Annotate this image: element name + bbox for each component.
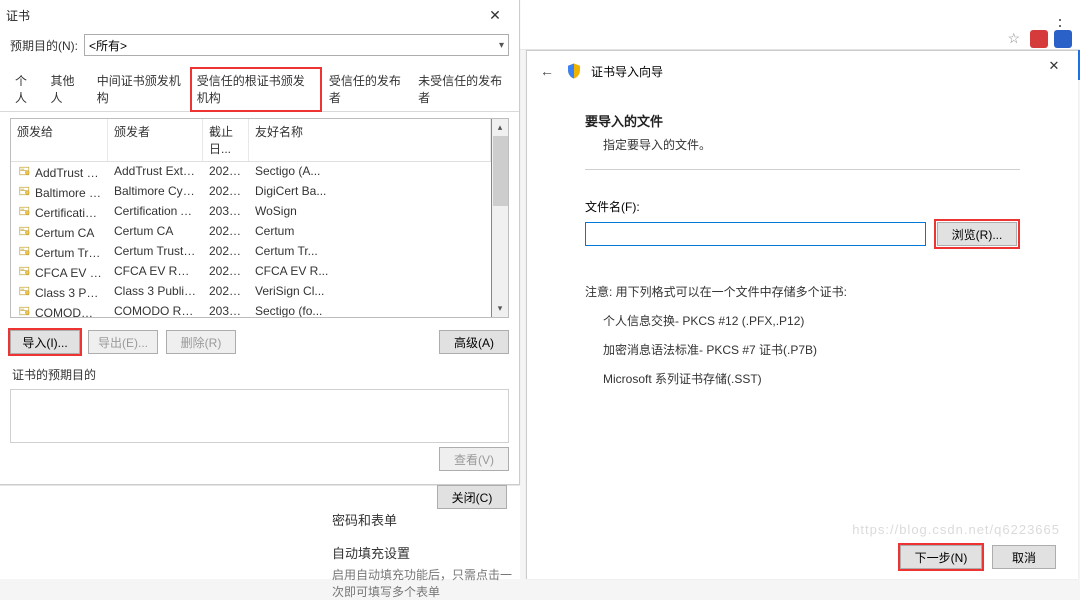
certificate-icon (17, 184, 33, 198)
note-pkcs7: 加密消息语法标准- PKCS #7 证书(.P7B) (585, 335, 1020, 364)
table-row[interactable]: CFCA EV RO...CFCA EV ROOT2029/...CFCA EV… (11, 262, 491, 282)
shield-icon (565, 62, 583, 80)
advanced-button[interactable]: 高级(A) (439, 330, 509, 354)
scroll-up-icon[interactable]: ▴ (492, 119, 509, 136)
intended-purpose-box (10, 389, 509, 443)
scroll-down-icon[interactable]: ▾ (492, 300, 509, 317)
intended-purpose-label: 证书的预期目的 (0, 358, 519, 387)
close-button[interactable]: 关闭(C) (437, 485, 507, 509)
note-pkcs12: 个人信息交换- PKCS #12 (.PFX,.P12) (585, 306, 1020, 335)
certificate-icon (17, 244, 33, 258)
purpose-value: <所有> (89, 37, 127, 54)
tab-trusted-root[interactable]: 受信任的根证书颁发机构 (190, 67, 322, 112)
certificate-icon (17, 164, 33, 178)
filename-label: 文件名(F): (585, 198, 1020, 215)
purpose-combobox[interactable]: <所有> ▾ (84, 34, 509, 56)
list-headers: 颁发给 颁发者 截止日... 友好名称 (11, 119, 491, 162)
wizard-heading: 要导入的文件 (585, 111, 1020, 130)
header-issued-to[interactable]: 颁发给 (11, 119, 108, 161)
tab-personal[interactable]: 个人 (8, 67, 44, 112)
browser-chrome: ⋮ ☆ (520, 0, 1080, 50)
dialog-title: 证书 (6, 7, 30, 24)
back-arrow-icon[interactable]: ← (537, 63, 557, 79)
view-button: 查看(V) (439, 447, 509, 471)
table-row[interactable]: Baltimore Cy...Baltimore Cyb...2025/...D… (11, 182, 491, 202)
certificates-dialog: 证书 ✕ 预期目的(N): <所有> ▾ 个人 其他人 中间证书颁发机构 受信任… (0, 0, 520, 485)
tab-intermediate[interactable]: 中间证书颁发机构 (90, 67, 190, 112)
header-expires[interactable]: 截止日... (203, 119, 249, 161)
table-row[interactable]: Certum CACertum CA2027/...Certum (11, 222, 491, 242)
header-friendly[interactable]: 友好名称 (249, 119, 491, 161)
extension-icon-2[interactable] (1054, 30, 1072, 48)
note-sst: Microsoft 系列证书存储(.SST) (585, 364, 1020, 393)
certificate-list: 颁发给 颁发者 截止日... 友好名称 AddTrust Ext...AddTr… (10, 118, 509, 318)
bookmark-star-icon[interactable]: ☆ (1007, 30, 1020, 47)
vertical-scrollbar[interactable]: ▴ ▾ (491, 119, 508, 317)
browse-button[interactable]: 浏览(R)... (937, 222, 1017, 246)
tab-trusted-publishers[interactable]: 受信任的发布者 (322, 67, 411, 112)
wizard-subtext: 指定要导入的文件。 (585, 130, 1020, 170)
table-row[interactable]: AddTrust Ext...AddTrust Exte...2020/...S… (11, 162, 491, 182)
filename-input[interactable] (585, 222, 926, 246)
list-rows: AddTrust Ext...AddTrust Exte...2020/...S… (11, 162, 491, 317)
watermark: https://blog.csdn.net/q6223665 (852, 522, 1060, 537)
table-row[interactable]: Certification ...Certification A...2039/… (11, 202, 491, 222)
tab-other[interactable]: 其他人 (44, 67, 90, 112)
table-row[interactable]: Certum Trus...Certum Truste...2029/...Ce… (11, 242, 491, 262)
tab-untrusted-publishers[interactable]: 未受信任的发布者 (411, 67, 511, 112)
autofill-link[interactable]: 自动填充设置 (0, 529, 520, 562)
table-row[interactable]: COMODO R...COMODO RSA...2038/...Sectigo … (11, 302, 491, 317)
purpose-label: 预期目的(N): (10, 37, 78, 54)
note-lead: 注意: 用下列格式可以在一个文件中存储多个证书: (585, 277, 1020, 306)
chevron-down-icon: ▾ (499, 40, 504, 51)
wizard-close-icon[interactable]: ✕ (1032, 55, 1076, 77)
import-wizard-dialog: ✕ ← 证书导入向导 要导入的文件 指定要导入的文件。 文件名(F): 浏览(R… (526, 50, 1078, 579)
extension-icon-1[interactable] (1030, 30, 1048, 48)
header-issuer[interactable]: 颁发者 (108, 119, 203, 161)
certificate-icon (17, 224, 33, 238)
export-button: 导出(E)... (88, 330, 158, 354)
cancel-button[interactable]: 取消 (992, 545, 1056, 569)
delete-button: 删除(R) (166, 330, 236, 354)
certificate-icon (17, 284, 33, 298)
certificate-icon (17, 264, 33, 278)
titlebar: 证书 ✕ (0, 0, 519, 30)
wizard-title: 证书导入向导 (591, 63, 663, 80)
close-icon[interactable]: ✕ (477, 3, 513, 27)
tab-strip: 个人 其他人 中间证书颁发机构 受信任的根证书颁发机构 受信任的发布者 未受信任… (0, 66, 519, 112)
import-button[interactable]: 导入(I)... (10, 330, 80, 354)
scroll-thumb[interactable] (493, 136, 508, 206)
autofill-description: 启用自动填充功能后，只需点击一次即可填写多个表单 (0, 562, 520, 600)
certificate-icon (17, 204, 33, 218)
table-row[interactable]: Class 3 Publi...Class 3 Public ...2028/.… (11, 282, 491, 302)
certificate-icon (17, 304, 33, 317)
next-button[interactable]: 下一步(N) (900, 545, 982, 569)
